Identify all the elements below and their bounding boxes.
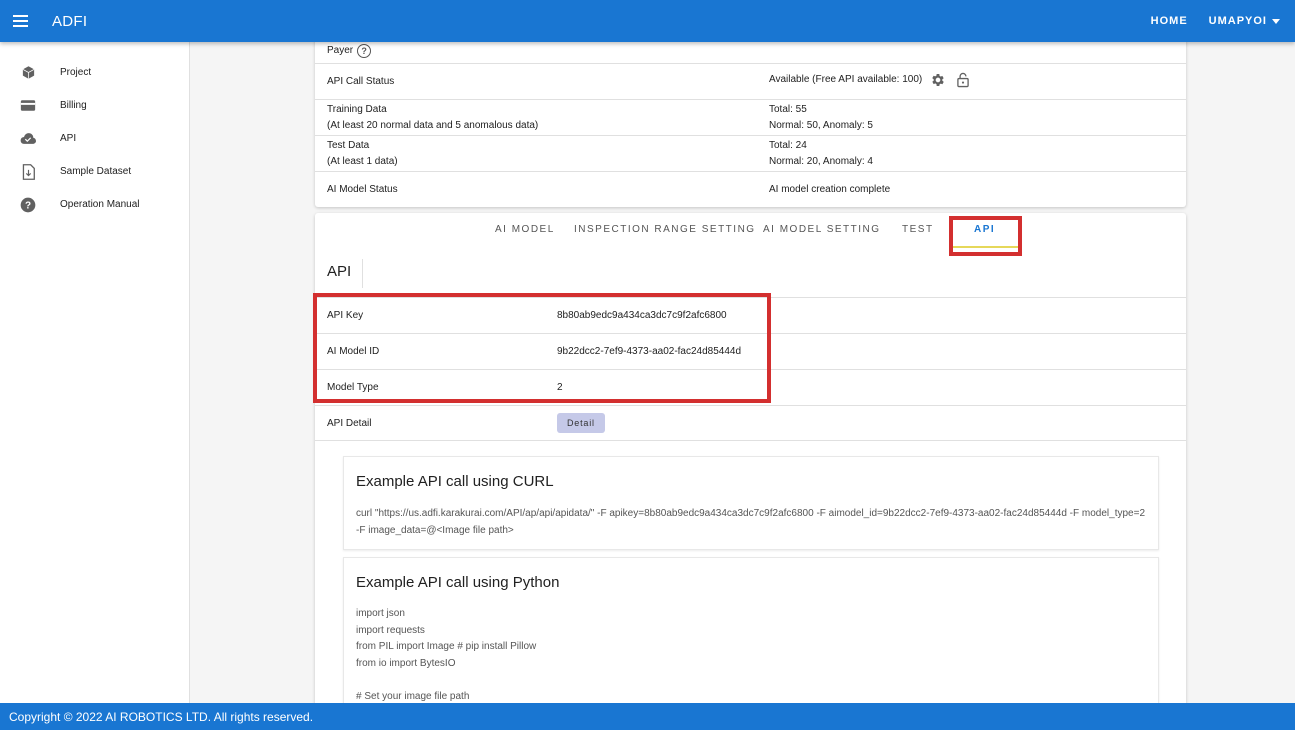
credit-card-icon xyxy=(20,98,36,114)
api-call-status-row: API Call Status Available (Free API avai… xyxy=(315,64,1186,100)
copyright-text: Copyright © 2022 AI ROBOTICS LTD. All ri… xyxy=(9,709,314,724)
ai-model-status-label: AI Model Status xyxy=(327,184,398,195)
training-data-total: Total: 55 xyxy=(769,104,807,115)
caret-down-icon xyxy=(1272,18,1280,24)
tab-ai-model[interactable]: AI MODEL xyxy=(495,224,555,235)
heading-divider xyxy=(362,259,363,288)
test-data-label: Test Data xyxy=(327,140,370,151)
ai-model-status-row: AI Model Status AI model creation comple… xyxy=(315,172,1186,207)
test-data-requirement: (At least 1 data) xyxy=(327,156,398,167)
sidebar-item-project[interactable]: Project xyxy=(0,56,189,89)
python-example-code: import json import requests from PIL imp… xyxy=(356,608,537,702)
training-data-row: Training Data (At least 20 normal data a… xyxy=(315,100,1186,136)
help-circle-icon: ? xyxy=(20,197,36,213)
status-card: Payer ? API Call Status Available (Free … xyxy=(315,42,1186,207)
api-detail-label: API Detail xyxy=(327,417,372,429)
tab-ai-model-setting[interactable]: AI MODEL SETTING xyxy=(763,224,881,235)
cloud-check-icon xyxy=(20,131,36,147)
test-data-total: Total: 24 xyxy=(769,140,807,151)
sidebar: Project Billing API Sample Dataset ? Ope… xyxy=(0,42,190,703)
sidebar-item-label: Operation Manual xyxy=(60,199,140,210)
gear-icon[interactable] xyxy=(930,72,946,88)
footer: Copyright © 2022 AI ROBOTICS LTD. All ri… xyxy=(0,703,1295,730)
file-download-icon xyxy=(20,163,36,180)
user-name: UMAPYOI xyxy=(1208,15,1267,27)
api-call-status-label: API Call Status xyxy=(327,76,395,87)
curl-example-card: Example API call using CURL curl "https:… xyxy=(343,456,1159,550)
sidebar-item-operation-manual[interactable]: ? Operation Manual xyxy=(0,188,189,221)
training-data-label: Training Data xyxy=(327,104,387,115)
tab-test[interactable]: TEST xyxy=(902,224,934,235)
sidebar-item-api[interactable]: API xyxy=(0,122,189,155)
sidebar-item-label: Project xyxy=(60,67,92,78)
sidebar-item-label: API xyxy=(60,133,77,144)
api-heading: API xyxy=(327,263,352,280)
payer-label: Payer xyxy=(327,45,354,56)
api-card: AI MODEL INSPECTION RANGE SETTING AI MOD… xyxy=(313,213,1186,703)
api-detail-row: API Detail Detail xyxy=(315,405,1186,441)
highlight-box-api-info xyxy=(313,293,771,403)
test-data-breakdown: Normal: 20, Anomaly: 4 xyxy=(769,156,873,167)
curl-example-code: curl "https://us.adfi.karakurai.com/API/… xyxy=(356,508,1148,536)
lock-open-icon[interactable] xyxy=(956,72,970,88)
sidebar-item-billing[interactable]: Billing xyxy=(0,89,189,122)
svg-text:?: ? xyxy=(25,200,31,211)
ai-model-status-value: AI model creation complete xyxy=(769,184,891,195)
sidebar-item-label: Billing xyxy=(60,100,87,111)
python-example-card: Example API call using Python import jso… xyxy=(343,557,1159,703)
user-menu[interactable]: UMAPYOI xyxy=(1199,15,1295,27)
app-title[interactable]: ADFI xyxy=(52,13,87,30)
tab-inspection-range-setting[interactable]: INSPECTION RANGE SETTING xyxy=(574,224,756,235)
main-content[interactable]: Payer ? API Call Status Available (Free … xyxy=(190,42,1295,703)
payer-row: Payer ? xyxy=(315,42,1186,64)
cube-icon xyxy=(20,65,36,81)
api-call-status-value: Available (Free API available: 100) xyxy=(769,74,923,85)
python-example-title: Example API call using Python xyxy=(356,574,560,591)
highlight-box-tab xyxy=(949,216,1022,256)
sidebar-item-sample-dataset[interactable]: Sample Dataset xyxy=(0,155,189,188)
tab-bar: AI MODEL INSPECTION RANGE SETTING AI MOD… xyxy=(315,213,1186,253)
training-data-requirement: (At least 20 normal data and 5 anomalous… xyxy=(327,120,539,131)
question-circle-icon[interactable]: ? xyxy=(357,44,372,58)
menu-icon[interactable] xyxy=(2,3,38,39)
detail-button[interactable]: Detail xyxy=(557,413,605,433)
app-bar: ADFI HOME UMAPYOI xyxy=(0,0,1295,42)
test-data-row: Test Data (At least 1 data) Total: 24 No… xyxy=(315,136,1186,172)
sidebar-item-label: Sample Dataset xyxy=(60,166,132,177)
curl-example-title: Example API call using CURL xyxy=(356,473,554,490)
training-data-breakdown: Normal: 50, Anomaly: 5 xyxy=(769,120,873,131)
home-link[interactable]: HOME xyxy=(1140,15,1199,27)
